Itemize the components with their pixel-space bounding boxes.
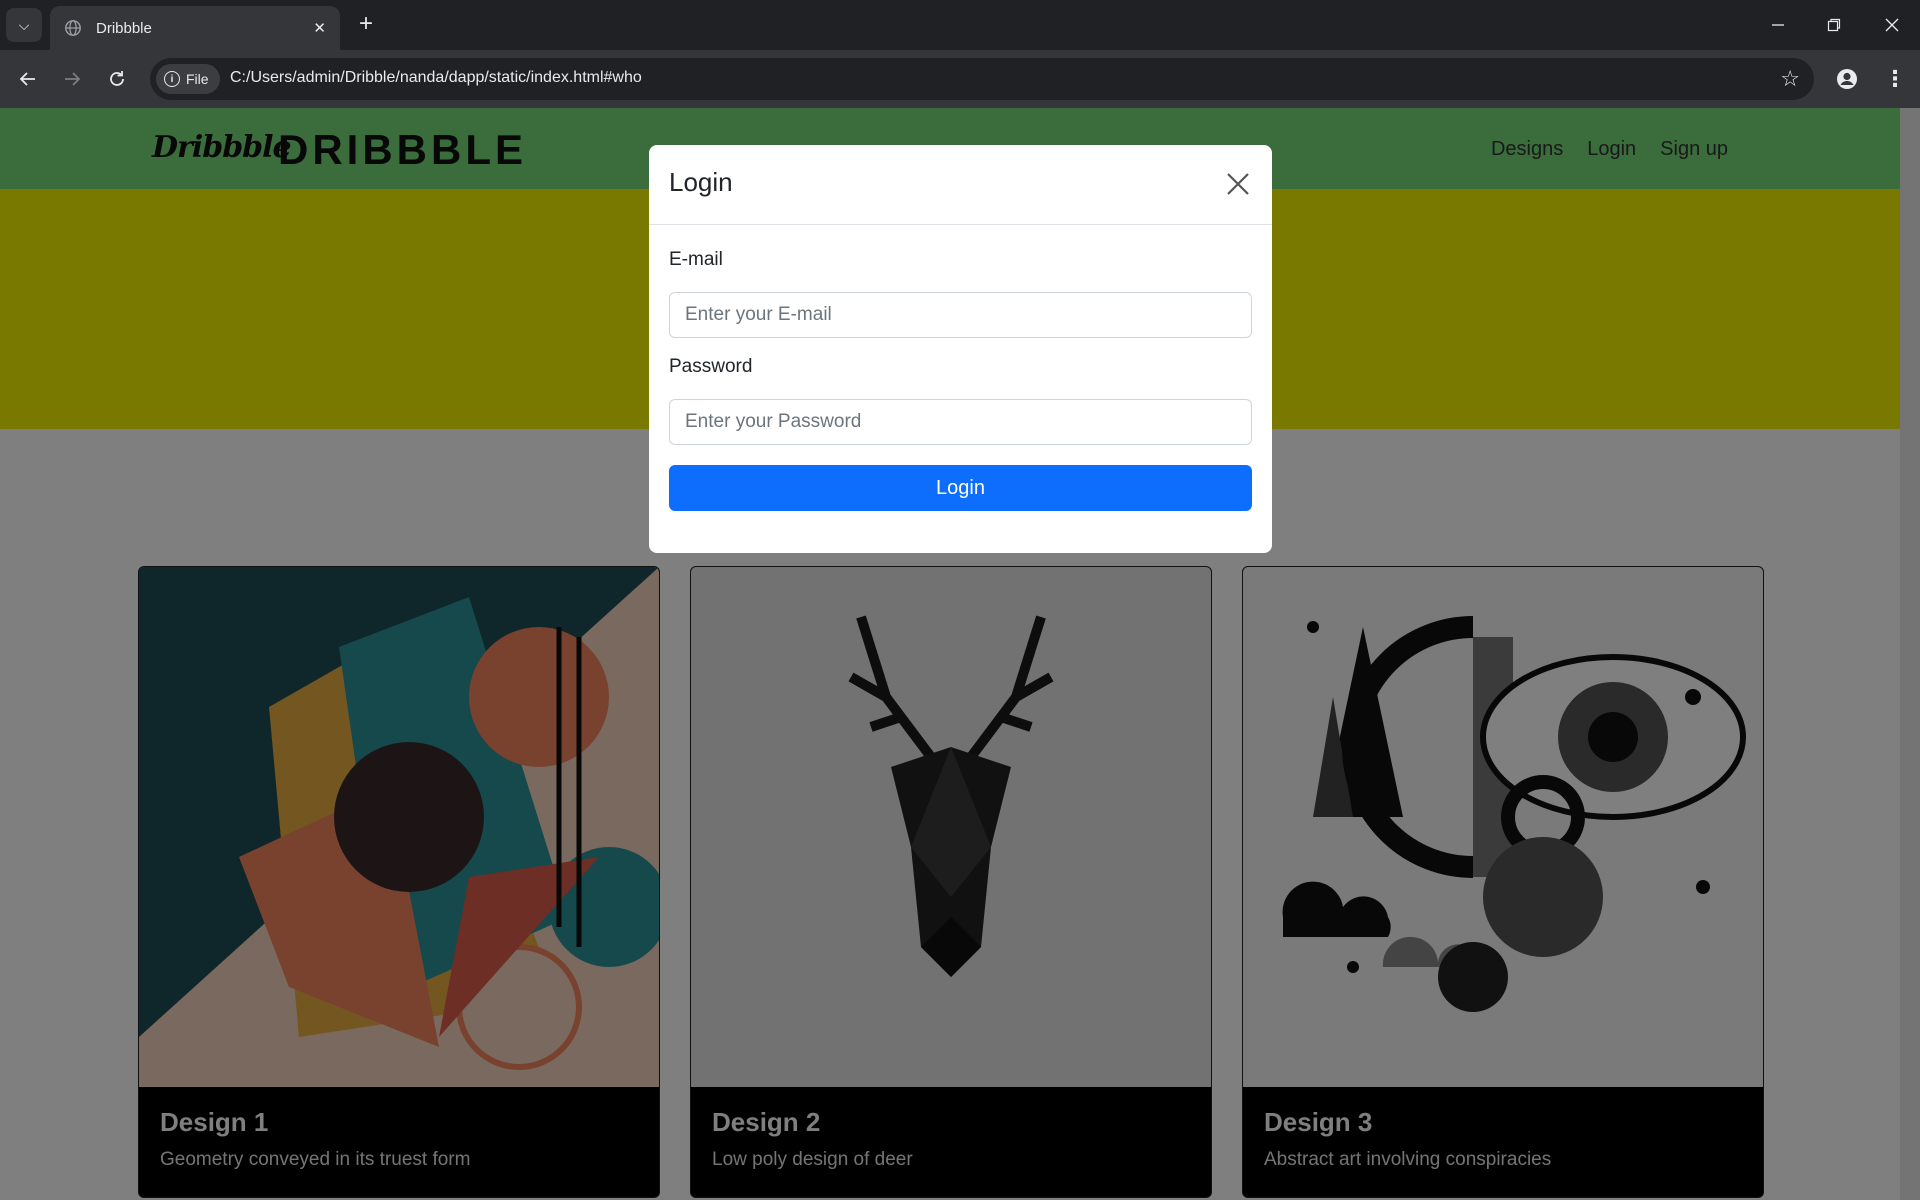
page-viewport: Dribbble DRIBBBLE Designs Login Sign up [0,108,1920,1200]
forward-icon[interactable] [57,64,87,94]
globe-icon [65,20,81,36]
minimize-icon[interactable] [1750,0,1806,50]
email-label: E-mail [669,249,723,270]
password-field[interactable] [669,399,1252,445]
tab-strip: ⌵ Dribbble ✕ + [0,0,1920,50]
site-info-chip[interactable]: i File [156,64,220,94]
profile-icon[interactable] [1832,64,1862,94]
new-tab-button[interactable]: + [352,10,380,38]
window-close-icon[interactable] [1864,0,1920,50]
modal-title: Login [669,167,733,197]
login-button[interactable]: Login [669,465,1252,511]
tab-title: Dribbble [96,19,152,37]
back-icon[interactable] [13,64,43,94]
restore-icon[interactable] [1806,0,1862,50]
bookmark-star-icon[interactable]: ☆ [1780,66,1800,92]
modal-header: Login [649,145,1272,225]
info-icon: i [164,71,180,87]
address-bar[interactable]: i File C:/Users/admin/Dribble/nanda/dapp… [150,58,1814,100]
close-icon[interactable] [1222,168,1254,200]
browser-tab[interactable]: Dribbble ✕ [50,6,340,50]
email-field[interactable] [669,292,1252,338]
url-text: C:/Users/admin/Dribble/nanda/dapp/static… [230,69,642,86]
site-info-label: File [186,71,209,87]
reload-icon[interactable] [102,64,132,94]
password-label: Password [669,356,753,377]
browser-toolbar: i File C:/Users/admin/Dribble/nanda/dapp… [0,50,1920,108]
tab-close-icon[interactable]: ✕ [313,19,326,37]
tab-search-chevron-icon[interactable]: ⌵ [6,8,42,42]
login-modal: Login E-mail Password Login [649,145,1272,553]
menu-kebab-icon[interactable]: ⋮ [1880,64,1910,94]
